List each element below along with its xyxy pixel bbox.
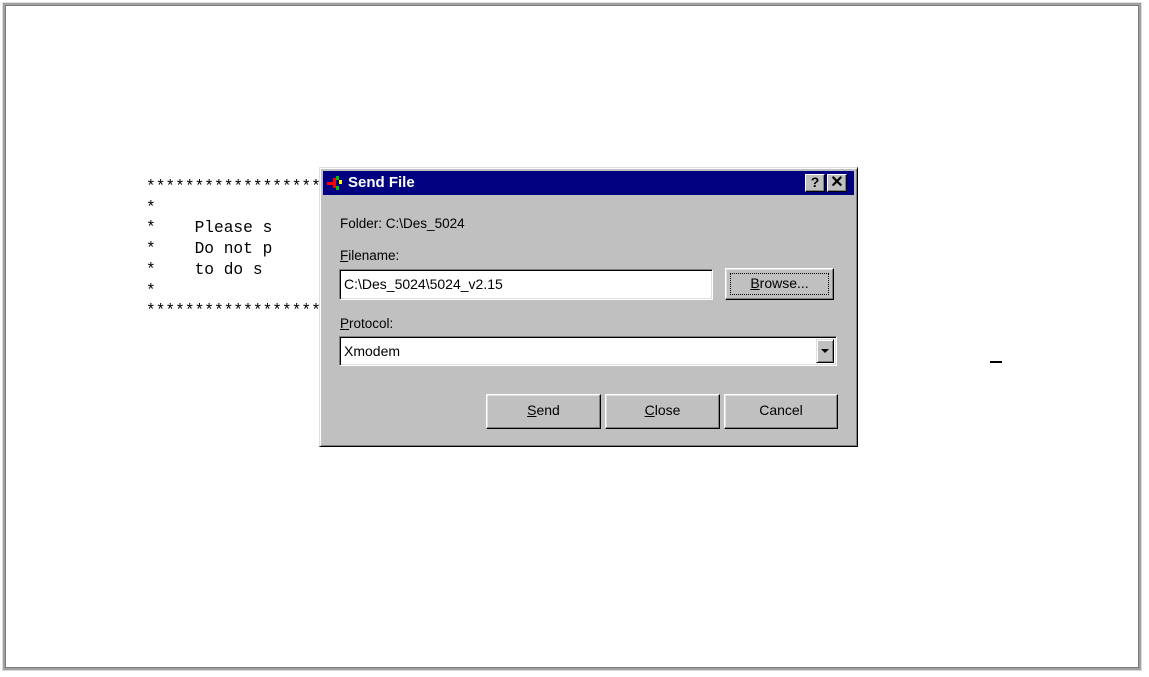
terminal-cursor xyxy=(990,361,1002,363)
cancel-button[interactable]: Cancel xyxy=(724,394,838,429)
dialog-title: Send File xyxy=(348,174,415,191)
dialog-titlebar[interactable]: Send File ? ✕ xyxy=(323,171,854,195)
send-file-dialog: Send File ? ✕ Folder: C:\Des_5024 Filena… xyxy=(319,167,858,447)
protocol-accel: P xyxy=(340,316,350,331)
close-button[interactable]: Close xyxy=(605,394,720,429)
send-file-app-icon xyxy=(327,176,342,190)
filename-input[interactable]: C:\Des_5024\5024_v2.15 xyxy=(339,269,713,300)
filename-label: Filename: xyxy=(340,248,399,263)
filename-label-text: ilename: xyxy=(348,248,400,263)
help-button[interactable]: ? xyxy=(805,174,825,192)
chevron-down-icon[interactable] xyxy=(816,339,834,363)
filename-accel: F xyxy=(340,248,349,263)
protocol-label-text: rotocol: xyxy=(349,316,394,331)
browse-button[interactable]: Browse... xyxy=(725,268,834,300)
close-accel: C xyxy=(644,402,655,418)
close-label: lose xyxy=(654,402,681,418)
protocol-value: Xmodem xyxy=(344,343,401,359)
send-label: end xyxy=(536,402,560,418)
folder-value: C:\Des_5024 xyxy=(385,216,465,231)
focus-ring xyxy=(730,273,829,295)
send-button[interactable]: Send xyxy=(486,394,601,429)
folder-label-text: Folder: xyxy=(340,216,383,231)
protocol-label: Protocol: xyxy=(340,316,393,331)
protocol-select[interactable]: Xmodem xyxy=(339,336,837,366)
close-icon[interactable]: ✕ xyxy=(827,174,847,192)
folder-label: Folder: C:\Des_5024 xyxy=(340,216,465,231)
